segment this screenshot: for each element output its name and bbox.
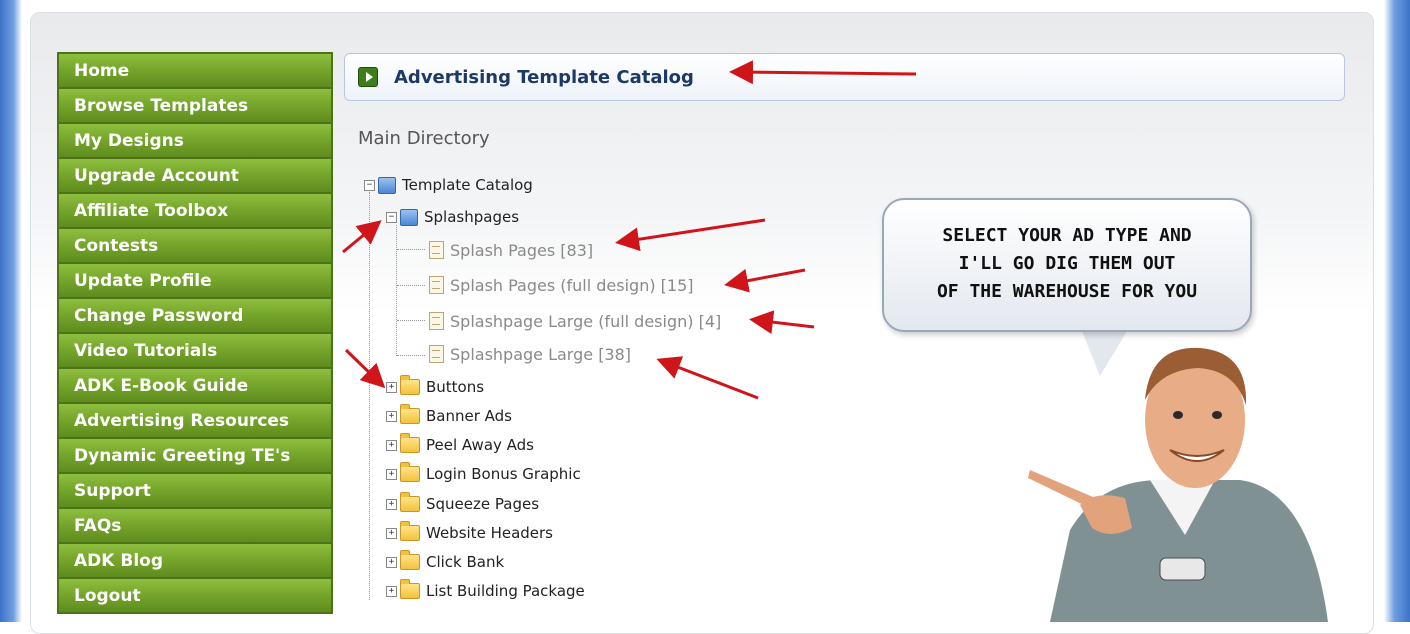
document-icon	[429, 312, 444, 330]
bubble-line: SELECT YOUR AD TYPE AND	[942, 225, 1192, 246]
tree-node-label: Banner Ads	[426, 407, 512, 425]
tree-connector	[369, 192, 370, 600]
page-title: Advertising Template Catalog	[394, 66, 694, 88]
expand-icon[interactable]: +	[386, 527, 397, 539]
expand-icon[interactable]: +	[386, 381, 397, 393]
tree-node-label: Click Bank	[426, 553, 505, 571]
tree-leaf-splashpage-large-full[interactable]: Splashpage Large (full design) [4]	[429, 310, 721, 332]
sidebar-item-contests[interactable]: Contests	[59, 229, 331, 262]
document-icon	[429, 345, 444, 363]
mascot-illustration	[1028, 347, 1328, 622]
tree-leaf-splash-pages-full[interactable]: Splash Pages (full design) [15]	[429, 274, 694, 296]
directory-title: Main Directory	[358, 128, 490, 149]
tree-leaf-label: Splashpage Large [38]	[450, 344, 632, 364]
tree-leaf-splash-pages[interactable]: Splash Pages [83]	[429, 239, 593, 261]
sidebar-item-upgrade-account[interactable]: Upgrade Account	[59, 159, 331, 192]
tree-node-label: Login Bonus Graphic	[426, 465, 581, 483]
bubble-line: OF THE WAREHOUSE FOR YOU	[936, 281, 1198, 302]
folder-icon	[400, 579, 420, 599]
sidebar-item-video-tutorials[interactable]: Video Tutorials	[59, 334, 331, 367]
tree-connector	[397, 320, 425, 321]
tree-node-website-headers[interactable]: + Website Headers	[386, 521, 553, 544]
name-badge	[1159, 557, 1206, 581]
folder-icon	[400, 521, 420, 541]
expand-icon[interactable]: +	[386, 556, 397, 568]
tree-connector	[397, 285, 425, 286]
finger-shape	[1028, 470, 1100, 510]
document-icon	[429, 241, 444, 259]
tree-node-banner-ads[interactable]: + Banner Ads	[386, 404, 512, 427]
folder-icon	[400, 375, 420, 395]
sidebar-item-change-password[interactable]: Change Password	[59, 299, 331, 332]
sidebar-item-logout[interactable]: Logout	[59, 579, 331, 612]
speech-bubble: SELECT YOUR AD TYPE AND I'LL GO DIG THEM…	[882, 198, 1252, 332]
sidebar-item-affiliate-toolbox[interactable]: Affiliate Toolbox	[59, 194, 331, 227]
tree-node-splashpages[interactable]: − Splashpages	[386, 206, 519, 228]
tree-node-label: Squeeze Pages	[426, 495, 540, 513]
sidebar-item-home[interactable]: Home	[59, 54, 331, 87]
tree-leaf-label: Splash Pages (full design) [15]	[450, 275, 694, 295]
folder-icon	[400, 462, 420, 482]
window-edge-right	[1384, 0, 1410, 622]
sidebar-item-advertising-resources[interactable]: Advertising Resources	[59, 404, 331, 437]
sidebar-item-ebook-guide[interactable]: ADK E-Book Guide	[59, 369, 331, 402]
tree-node-squeeze-pages[interactable]: + Squeeze Pages	[386, 492, 540, 515]
expand-icon[interactable]: +	[386, 410, 397, 422]
collapse-icon[interactable]: −	[386, 211, 397, 223]
tree-node-label: Splashpages	[424, 208, 520, 226]
sidebar-item-my-designs[interactable]: My Designs	[59, 124, 331, 157]
sidebar-item-update-profile[interactable]: Update Profile	[59, 264, 331, 297]
play-arrow-icon	[358, 67, 378, 87]
expand-icon[interactable]: +	[386, 498, 397, 510]
tree-node-label: Website Headers	[426, 524, 553, 542]
folder-open-icon	[400, 208, 418, 226]
tree-node-buttons[interactable]: + Buttons	[386, 375, 485, 398]
folder-icon	[400, 492, 420, 512]
sidebar-item-adk-blog[interactable]: ADK Blog	[59, 544, 331, 577]
tree-node-label: Buttons	[426, 378, 485, 396]
sidebar-item-faqs[interactable]: FAQs	[59, 509, 331, 542]
catalog-icon	[378, 176, 396, 194]
tree-node-label: Template Catalog	[402, 176, 533, 194]
sidebar-nav: Home Browse Templates My Designs Upgrade…	[57, 52, 333, 614]
speech-bubble-text: SELECT YOUR AD TYPE AND I'LL GO DIG THEM…	[884, 222, 1250, 306]
sidebar-item-support[interactable]: Support	[59, 474, 331, 507]
tree-node-click-bank[interactable]: + Click Bank	[386, 550, 505, 573]
catalog-header-bar: Advertising Template Catalog	[344, 53, 1345, 101]
tree-node-template-catalog[interactable]: − Template Catalog	[364, 174, 533, 196]
tree-node-list-building[interactable]: + List Building Package	[386, 579, 585, 602]
tree-node-peel-away-ads[interactable]: + Peel Away Ads	[386, 433, 534, 456]
eye-right	[1212, 411, 1222, 419]
expand-icon[interactable]: +	[386, 468, 397, 480]
folder-icon	[400, 433, 420, 453]
tree-connector	[397, 249, 425, 250]
tree-connector	[397, 355, 425, 356]
folder-icon	[400, 550, 420, 570]
sidebar-item-dynamic-greeting[interactable]: Dynamic Greeting TE's	[59, 439, 331, 472]
tree-leaf-label: Splashpage Large (full design) [4]	[450, 311, 722, 331]
expand-icon[interactable]: +	[386, 585, 397, 597]
tree-leaf-splashpage-large[interactable]: Splashpage Large [38]	[429, 343, 631, 365]
window-edge-left	[0, 0, 22, 622]
bubble-line: I'LL GO DIG THEM OUT	[958, 253, 1176, 274]
tree-connector	[396, 225, 397, 356]
expand-icon[interactable]: +	[386, 439, 397, 451]
tree-node-label: Peel Away Ads	[426, 436, 534, 454]
tree-leaf-label: Splash Pages [83]	[450, 240, 594, 260]
tree-node-login-bonus[interactable]: + Login Bonus Graphic	[386, 462, 581, 485]
document-icon	[429, 276, 444, 294]
folder-icon	[400, 404, 420, 424]
collapse-icon[interactable]: −	[364, 179, 375, 191]
tree-node-label: List Building Package	[426, 582, 585, 600]
eye-left	[1173, 411, 1183, 419]
sidebar-item-browse-templates[interactable]: Browse Templates	[59, 89, 331, 122]
